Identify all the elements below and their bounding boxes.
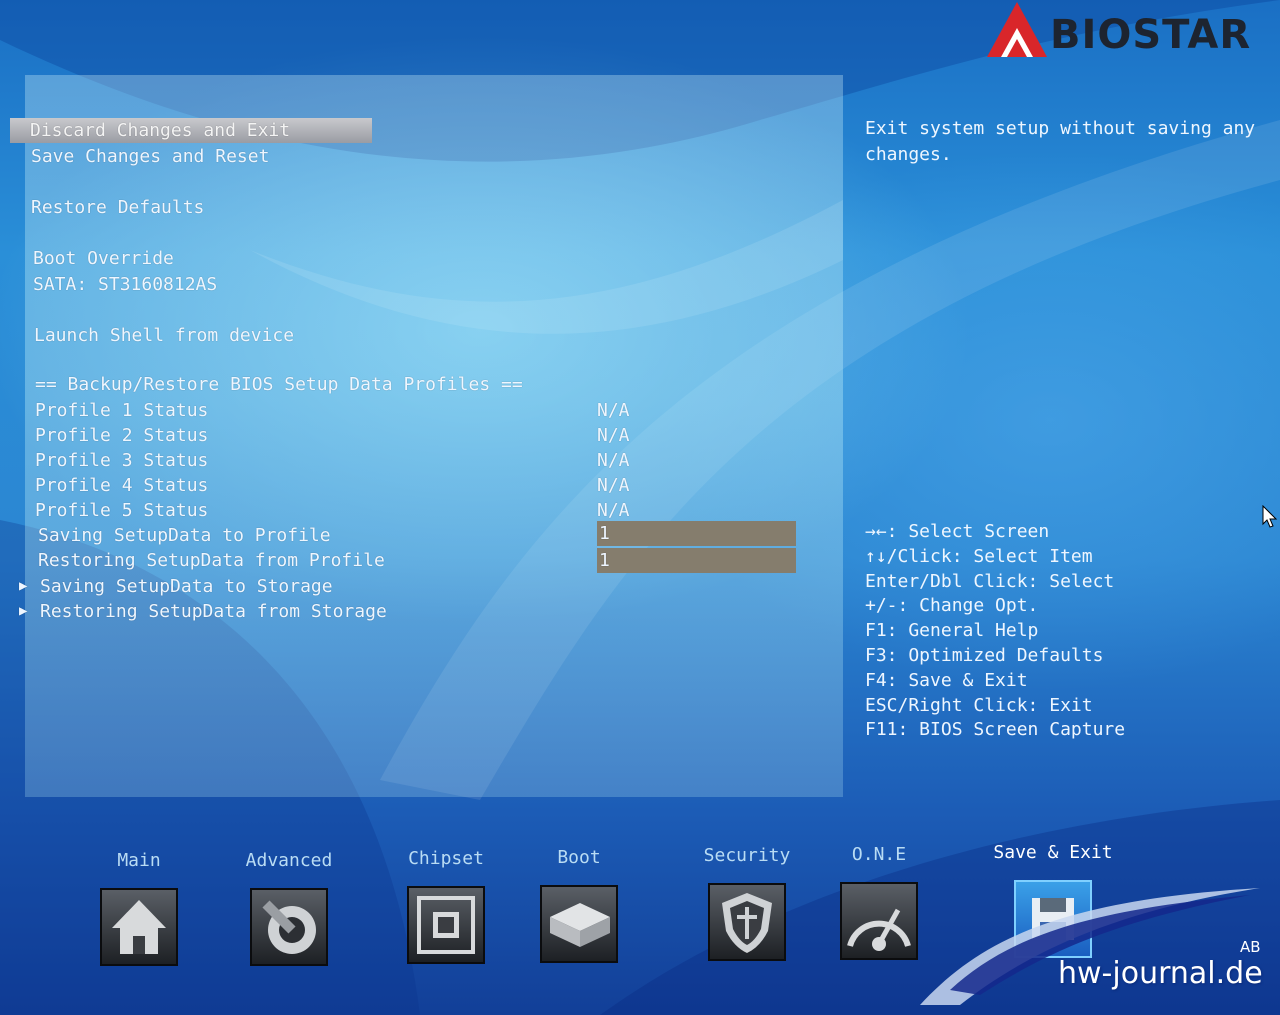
tab-label: Save & Exit <box>993 842 1113 863</box>
submenu-arrow-icon: ▶ <box>19 603 28 619</box>
menu-item-label: Restoring SetupData from Storage <box>40 601 387 622</box>
key-hint: Enter/Dbl Click: Select <box>865 570 1115 592</box>
menu-item-label: Save Changes and Reset <box>31 146 270 167</box>
tab-chipset[interactable]: Chipset <box>381 844 511 964</box>
watermark-initials: AB <box>1240 938 1261 956</box>
setting-value: N/A <box>597 425 630 446</box>
tab-security[interactable]: Security <box>682 841 812 961</box>
key-hint: →←: Select Screen <box>865 521 1050 542</box>
submenu-arrow-icon: ▶ <box>19 578 28 594</box>
chip-icon <box>407 886 485 964</box>
tab-advanced[interactable]: Advanced <box>224 846 354 966</box>
advanced-icon <box>250 888 328 966</box>
key-hint: F3: Optimized Defaults <box>865 644 1104 666</box>
section-label: == Backup/Restore BIOS Setup Data Profil… <box>35 374 523 395</box>
menu-item-saving-to-profile[interactable]: Saving SetupData to Profile 1 <box>10 521 810 548</box>
item-help-text: Exit system setup without saving any cha… <box>865 118 1256 165</box>
menu-item-label: Restore Defaults <box>31 197 205 218</box>
key-hint: +/-: Change Opt. <box>865 595 1039 617</box>
setting-label: Profile 3 Status <box>35 450 209 471</box>
tab-boot[interactable]: Boot <box>514 843 644 963</box>
setting-value: N/A <box>597 400 630 421</box>
section-label: Boot Override <box>33 248 174 269</box>
drive-icon <box>540 885 618 963</box>
tab-label: Security <box>703 845 791 866</box>
home-icon <box>100 888 178 966</box>
menu-item-label: SATA: ST3160812AS <box>33 274 218 295</box>
menu-item-label: Discard Changes and Exit <box>30 120 291 141</box>
setting-label: Profile 4 Status <box>35 475 209 496</box>
menu-item-discard-changes-exit[interactable]: Discard Changes and Exit <box>10 118 372 143</box>
menu-item-label: Launch Shell from device <box>34 325 295 346</box>
setting-value: 1 <box>599 550 610 571</box>
setting-value: N/A <box>597 475 630 496</box>
setting-label: Profile 5 Status <box>35 500 209 521</box>
key-hint: F11: BIOS Screen Capture <box>865 719 1126 741</box>
setting-label: Saving SetupData to Profile <box>38 525 331 546</box>
brand-name: BIOSTAR <box>1050 12 1252 58</box>
setting-value: N/A <box>597 500 630 521</box>
watermark-text: hw-journal.de <box>1058 956 1263 991</box>
setting-value: 1 <box>599 523 610 544</box>
key-hint: ESC/Right Click: Exit <box>865 694 1093 716</box>
setting-label: Restoring SetupData from Profile <box>38 550 385 571</box>
tab-label: Main <box>117 850 161 871</box>
tab-label: Boot <box>557 847 601 868</box>
mouse-cursor-icon <box>1262 505 1278 528</box>
key-hint: ↑↓/Click: Select Item <box>865 545 1093 567</box>
saving-profile-value-field[interactable]: 1 <box>597 521 796 546</box>
tab-label: Advanced <box>245 850 333 871</box>
key-hint: F1: General Help <box>865 620 1039 642</box>
setting-label: Profile 1 Status <box>35 400 209 421</box>
menu-item-label: Saving SetupData to Storage <box>40 576 333 597</box>
setting-value: N/A <box>597 450 630 471</box>
shield-icon <box>708 883 786 961</box>
tab-label: O.N.E <box>851 844 907 865</box>
menu-item-restoring-from-profile[interactable]: Restoring SetupData from Profile 1 <box>10 548 810 573</box>
restoring-profile-value-field[interactable]: 1 <box>597 548 796 573</box>
gauge-icon <box>840 882 918 960</box>
key-hint: F4: Save & Exit <box>865 669 1028 691</box>
setting-label: Profile 2 Status <box>35 425 209 446</box>
tab-label: Chipset <box>408 848 484 869</box>
tab-main[interactable]: Main <box>74 846 204 966</box>
key-legend: →←: Select Screen ↑↓/Click: Select Item … <box>865 520 1265 743</box>
